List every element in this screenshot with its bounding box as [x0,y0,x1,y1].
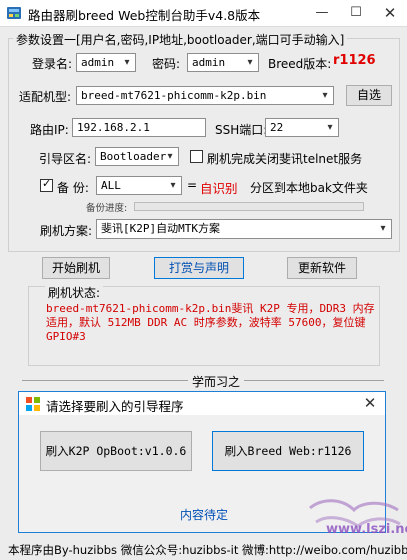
auto-detect-label: 自识别 [200,181,238,196]
minimize-button[interactable]: — [305,0,339,26]
telnet-label: 刷机完成关闭斐讯telnet服务 [207,152,363,166]
equals-sign: = [187,178,198,192]
status-text: breed-mt7621-phicomm-k2p.bin斐讯 K2P 专用，DD… [46,302,375,343]
chevron-down-icon: ▾ [322,90,328,101]
scheme-combo[interactable]: 斐讯[K2P]自动MTK方案 ▾ [96,219,392,239]
footer: 本程序由By-huzibbs 微信公众号:huzibbs-it 微博:http:… [0,540,407,560]
username-value: admin [81,56,115,69]
ip-label: 路由IP: [30,123,69,137]
boot-value: Bootloader [100,150,167,163]
chevron-down-icon: ▾ [247,57,253,68]
username-combo[interactable]: admin ▾ [76,53,136,72]
ssh-port-combo[interactable]: 22 ▾ [265,118,339,137]
window-title: 路由器刷breed Web控制台助手v4.8版本 [28,8,261,23]
start-flash-button[interactable]: 开始刷机 [42,257,110,279]
dialog-close-button[interactable]: ✕ [356,392,384,415]
chevron-down-icon: ▾ [170,180,176,191]
telnet-checkbox[interactable] [190,150,203,163]
boot-combo[interactable]: Bootloader ▾ [95,147,179,166]
donate-button[interactable]: 打赏与声明 [154,257,244,279]
password-combo[interactable]: admin ▾ [187,53,259,72]
scheme-label: 刷机方案: [40,224,93,238]
dialog-title: 请选择要刷入的引导程序 [46,399,184,414]
maximize-button[interactable]: ☐ [339,0,373,26]
separator-label: 学而习之 [188,373,245,390]
app-icon [7,7,21,19]
ip-input[interactable]: 192.168.2.1 [72,118,206,137]
footer-text: 本程序由By-huzibbs 微信公众号:huzibbs-it 微博:http:… [8,543,407,557]
ssh-label: SSH端口: [215,123,268,137]
check-icon: ✓ [42,177,52,190]
dialog-app-icon [26,397,40,411]
flash-opboot-button[interactable]: 刷入K2P OpBoot:v1.0.6 [40,431,192,471]
scheme-value: 斐讯[K2P]自动MTK方案 [101,222,220,235]
model-label: 适配机型: [19,90,72,104]
close-button[interactable]: ✕ [373,0,407,26]
backup-desc: 分区到本地bak文件夹 [250,181,368,195]
chevron-down-icon: ▾ [327,122,333,133]
backup-value: ALL [101,179,121,192]
flash-breed-button[interactable]: 刷入Breed Web:r1126 [212,431,364,471]
params-legend: 参数设置一[用户名,密码,IP地址,bootloader,端口可手动输入] [13,31,348,48]
breed-version-value: r1126 [333,53,376,68]
chevron-down-icon: ▾ [124,57,130,68]
chevron-down-icon: ▾ [167,151,173,162]
boot-label: 引导区名: [39,152,92,166]
breed-version-label: Breed版本: [268,57,332,71]
chevron-down-icon: ▾ [380,223,386,234]
progress-label: 备份进度: [86,203,128,214]
username-label: 登录名: [32,57,73,71]
backup-combo[interactable]: ALL ▾ [96,176,182,195]
backup-progress-bar [134,202,364,211]
model-combo[interactable]: breed-mt7621-phicomm-k2p.bin ▾ [76,86,334,105]
model-value: breed-mt7621-phicomm-k2p.bin [81,89,267,102]
backup-checkbox[interactable]: ✓ [40,177,53,192]
watermark-site: www.lszi.net [326,522,407,537]
ssh-port-value: 22 [270,121,284,134]
password-value: admin [192,56,226,69]
pending-label: 内容待定 [180,508,229,522]
backup-label: 备 份: [57,181,89,195]
status-label: 刷机状态: [45,284,104,301]
auto-select-button[interactable]: 自选 [346,85,392,106]
update-button[interactable]: 更新软件 [287,257,357,279]
password-label: 密码: [152,57,181,71]
